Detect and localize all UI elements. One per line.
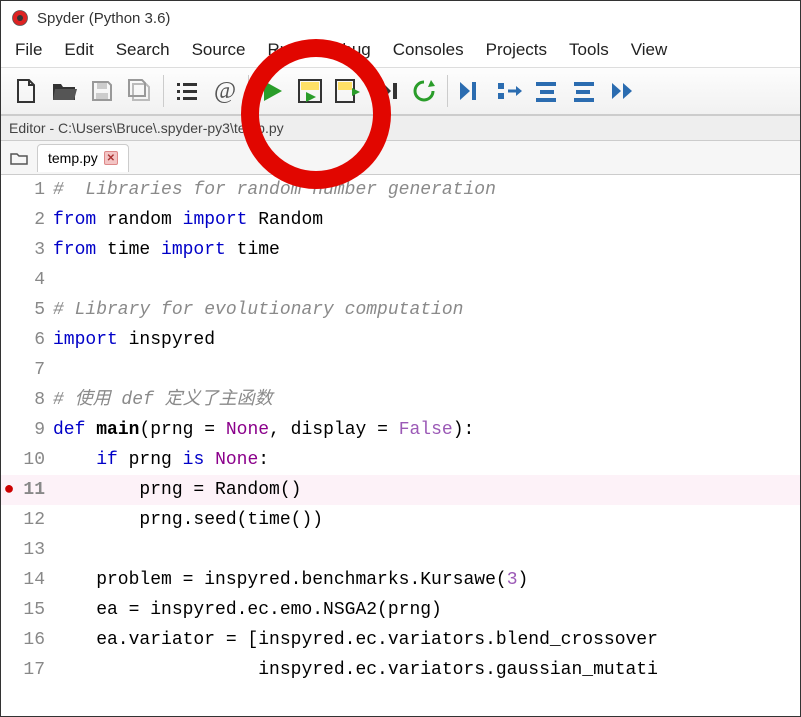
- code-line[interactable]: 7: [1, 355, 800, 385]
- code-text[interactable]: problem = inspyred.benchmarks.Kursawe(3): [53, 565, 800, 595]
- code-text[interactable]: import inspyred: [53, 325, 800, 355]
- code-text[interactable]: from random import Random: [53, 205, 800, 235]
- line-number: 10: [17, 445, 53, 475]
- run-selection-button[interactable]: [367, 72, 405, 110]
- line-number: 1: [17, 175, 53, 205]
- code-text[interactable]: # 使用 def 定义了主函数: [53, 385, 800, 415]
- titlebar: Spyder (Python 3.6): [1, 1, 800, 35]
- line-number: 2: [17, 205, 53, 235]
- line-number: 15: [17, 595, 53, 625]
- code-text[interactable]: prng.seed(time()): [53, 505, 800, 535]
- code-line[interactable]: 1# Libraries for random number generatio…: [1, 175, 800, 205]
- line-number: 12: [17, 505, 53, 535]
- menu-search[interactable]: Search: [116, 40, 170, 60]
- run-cell-button[interactable]: [291, 72, 329, 110]
- code-line[interactable]: 10 if prng is None:: [1, 445, 800, 475]
- menu-edit[interactable]: Edit: [64, 40, 93, 60]
- code-text[interactable]: ea = inspyred.ec.emo.NSGA2(prng): [53, 595, 800, 625]
- code-text[interactable]: from time import time: [53, 235, 800, 265]
- line-number: 5: [17, 295, 53, 325]
- code-text[interactable]: [53, 355, 800, 385]
- code-line[interactable]: 2from random import Random: [1, 205, 800, 235]
- code-text[interactable]: def main(prng = None, display = False):: [53, 415, 800, 445]
- line-number: 4: [17, 265, 53, 295]
- line-number: 7: [17, 355, 53, 385]
- code-line[interactable]: 17 inspyred.ec.variators.gaussian_mutati: [1, 655, 800, 685]
- step-into-button[interactable]: [528, 72, 566, 110]
- code-text[interactable]: # Library for evolutionary computation: [53, 295, 800, 325]
- step-button[interactable]: [490, 72, 528, 110]
- open-file-button[interactable]: [45, 72, 83, 110]
- menu-file[interactable]: File: [15, 40, 42, 60]
- code-line[interactable]: 6import inspyred: [1, 325, 800, 355]
- toolbar-separator: [447, 75, 448, 107]
- menu-consoles[interactable]: Consoles: [393, 40, 464, 60]
- code-text[interactable]: if prng is None:: [53, 445, 800, 475]
- line-number: 13: [17, 535, 53, 565]
- at-symbol-button[interactable]: @: [206, 72, 244, 110]
- menu-projects[interactable]: Projects: [486, 40, 547, 60]
- code-text[interactable]: # Libraries for random number generation: [53, 175, 800, 205]
- run-button[interactable]: [253, 72, 291, 110]
- code-line[interactable]: 16 ea.variator = [inspyred.ec.variators.…: [1, 625, 800, 655]
- browse-tabs-icon[interactable]: [7, 151, 31, 165]
- toolbar-separator: [163, 75, 164, 107]
- save-all-button[interactable]: [121, 72, 159, 110]
- code-text[interactable]: prng = Random(): [53, 475, 800, 505]
- line-number: 3: [17, 235, 53, 265]
- tab-label: temp.py: [48, 150, 98, 166]
- code-text[interactable]: ea.variator = [inspyred.ec.variators.ble…: [53, 625, 800, 655]
- line-number: 6: [17, 325, 53, 355]
- spyder-icon: [11, 9, 29, 27]
- debug-button[interactable]: [452, 72, 490, 110]
- code-line[interactable]: 15 ea = inspyred.ec.emo.NSGA2(prng): [1, 595, 800, 625]
- code-line[interactable]: 4: [1, 265, 800, 295]
- tab-temp-py[interactable]: temp.py ✕: [37, 144, 129, 172]
- menubar: File Edit Search Source Run Debug Consol…: [1, 35, 800, 67]
- code-line[interactable]: 14 problem = inspyred.benchmarks.Kursawe…: [1, 565, 800, 595]
- editor-path: Editor - C:\Users\Bruce\.spyder-py3\temp…: [1, 115, 800, 141]
- code-editor[interactable]: 1# Libraries for random number generatio…: [1, 175, 800, 685]
- run-cell-advance-button[interactable]: [329, 72, 367, 110]
- new-file-button[interactable]: [7, 72, 45, 110]
- line-number: 17: [17, 655, 53, 685]
- window-title: Spyder (Python 3.6): [37, 10, 170, 27]
- menu-view[interactable]: View: [631, 40, 668, 60]
- menu-debug[interactable]: Debug: [321, 40, 371, 60]
- code-line[interactable]: 3from time import time: [1, 235, 800, 265]
- code-line[interactable]: 5# Library for evolutionary computation: [1, 295, 800, 325]
- code-text[interactable]: inspyred.ec.variators.gaussian_mutati: [53, 655, 800, 685]
- toolbar: @: [1, 67, 800, 115]
- code-line[interactable]: 13: [1, 535, 800, 565]
- line-number: 11: [17, 475, 53, 505]
- outline-button[interactable]: [168, 72, 206, 110]
- continue-button[interactable]: [604, 72, 642, 110]
- close-tab-icon[interactable]: ✕: [104, 151, 118, 165]
- code-text[interactable]: [53, 535, 800, 565]
- menu-run[interactable]: Run: [267, 40, 298, 60]
- breakpoint-gutter[interactable]: ●: [1, 475, 17, 505]
- tabbar: temp.py ✕: [1, 141, 800, 175]
- code-line[interactable]: 8# 使用 def 定义了主函数: [1, 385, 800, 415]
- menu-tools[interactable]: Tools: [569, 40, 609, 60]
- code-line[interactable]: ●11 prng = Random(): [1, 475, 800, 505]
- save-button[interactable]: [83, 72, 121, 110]
- line-number: 8: [17, 385, 53, 415]
- menu-source[interactable]: Source: [192, 40, 246, 60]
- code-text[interactable]: [53, 265, 800, 295]
- line-number: 16: [17, 625, 53, 655]
- line-number: 9: [17, 415, 53, 445]
- code-line[interactable]: 9def main(prng = None, display = False):: [1, 415, 800, 445]
- toolbar-separator: [248, 75, 249, 107]
- code-line[interactable]: 12 prng.seed(time()): [1, 505, 800, 535]
- line-number: 14: [17, 565, 53, 595]
- step-out-button[interactable]: [566, 72, 604, 110]
- rerun-button[interactable]: [405, 72, 443, 110]
